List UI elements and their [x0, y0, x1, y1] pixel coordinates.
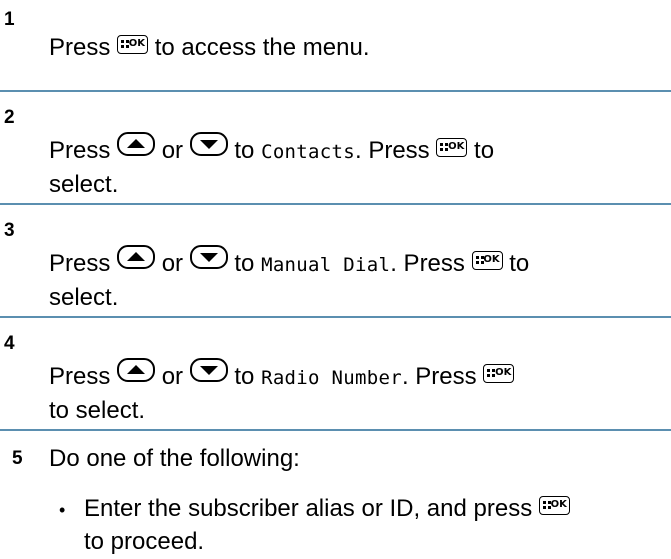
bullet-text: Enter the subscriber alias or ID, and pr… — [84, 492, 570, 526]
divider — [0, 203, 671, 205]
down-arrow-key-icon — [189, 357, 228, 392]
menu-target: Contacts — [261, 141, 355, 163]
up-arrow-key-icon — [117, 357, 156, 392]
step-text-line2: select. — [49, 284, 119, 311]
bullet-text-line2: to proceed. — [84, 528, 205, 555]
down-arrow-key-icon — [189, 244, 228, 279]
step-number: 4 — [4, 333, 15, 354]
step-text-line2: to select. — [49, 397, 146, 424]
menu-ok-key-icon: OK — [436, 138, 468, 158]
step-number: 5 — [12, 448, 23, 469]
step-text: Do one of the following: — [49, 445, 300, 472]
divider — [0, 316, 671, 318]
menu-ok-key-icon: OK — [117, 35, 149, 55]
step-text: Press or to Radio Number. Press OK — [49, 357, 515, 395]
step-text: Press OK to access the menu. — [49, 34, 370, 61]
menu-target: Radio Number — [261, 367, 402, 389]
up-arrow-key-icon — [117, 131, 156, 166]
menu-target: Manual Dial — [261, 254, 391, 276]
step-text: Press or to Contacts. Press OK to — [49, 131, 494, 169]
menu-ok-key-icon: OK — [538, 496, 570, 516]
step-number: 1 — [4, 9, 15, 30]
step-text: Press or to Manual Dial. Press OK to — [49, 244, 529, 282]
menu-ok-key-icon: OK — [483, 364, 515, 384]
down-arrow-key-icon — [189, 131, 228, 166]
bullet-marker: • — [59, 500, 66, 520]
up-arrow-key-icon — [117, 244, 156, 279]
divider — [0, 90, 671, 92]
step-number: 3 — [4, 220, 15, 241]
menu-ok-key-icon: OK — [471, 251, 503, 271]
divider — [0, 429, 671, 431]
step-text-line2: select. — [49, 171, 119, 198]
step-number: 2 — [4, 107, 15, 128]
